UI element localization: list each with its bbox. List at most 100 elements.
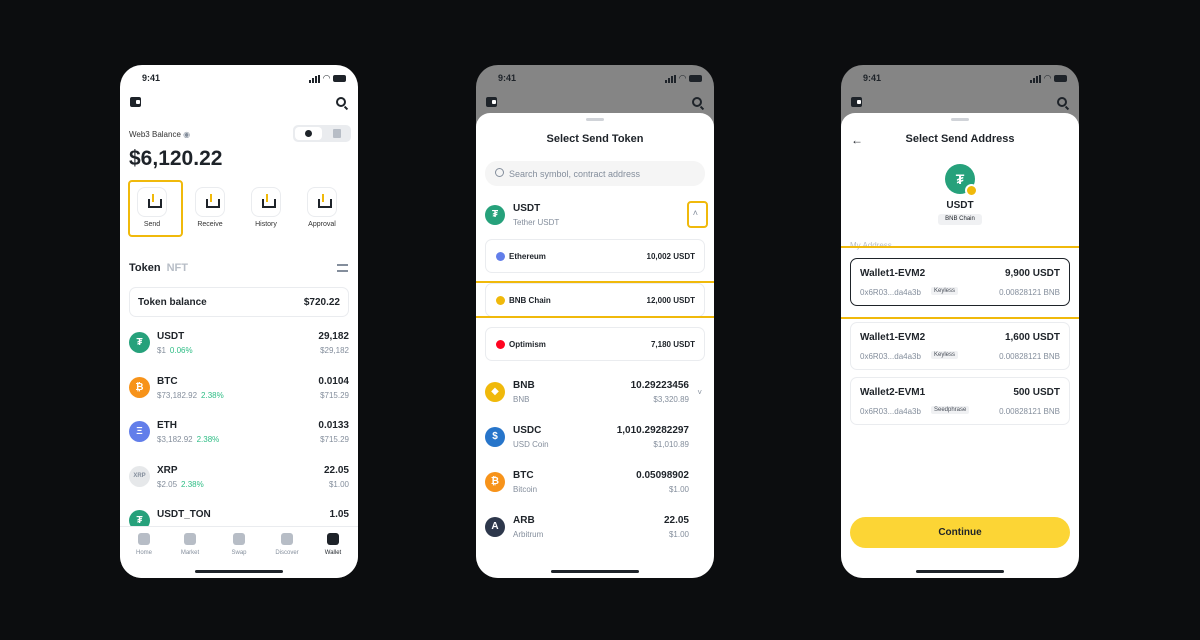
select-token-screen: 9:41 ◠ Select Send Token Search symbol, … bbox=[476, 65, 714, 578]
bnb-chain-highlight bbox=[476, 281, 714, 318]
arb-coin-icon: A bbox=[485, 517, 505, 537]
signal-icon bbox=[1030, 74, 1042, 83]
address-card[interactable]: Wallet1-EVM2 0x6R03...da4a3b Keyless 1,600 … bbox=[850, 322, 1070, 370]
xrp-coin-icon: XRP bbox=[129, 465, 150, 487]
receive-button[interactable]: Receive bbox=[187, 183, 233, 228]
history-button[interactable]: History bbox=[243, 183, 289, 228]
search-icon bbox=[692, 97, 702, 107]
nav-market[interactable]: Market bbox=[170, 533, 210, 556]
token-price: $2.05 bbox=[157, 479, 178, 489]
sheet-title: Select Send Token bbox=[546, 133, 644, 145]
token-usd: $715.29 bbox=[320, 390, 349, 400]
token-name: USD Coin bbox=[513, 440, 549, 449]
bottom-sheet: Select Send Token Search symbol, contrac… bbox=[476, 113, 714, 578]
nav-wallet[interactable]: Wallet bbox=[313, 533, 353, 556]
wifi-icon: ◠ bbox=[1044, 73, 1051, 83]
bnb-coin-icon: ◆ bbox=[485, 382, 505, 402]
token-row[interactable]: ₿ BTC $73,182.92 2.38% 0.0104 $715.29 bbox=[129, 373, 349, 407]
token-row[interactable]: $ USDC USD Coin 1,010.29282297 $1,010.89 bbox=[485, 423, 705, 457]
token-usd: $1,010.89 bbox=[653, 440, 689, 449]
token-price-line: $73,182.92 2.38% bbox=[157, 391, 224, 400]
chain-name: Ethereum bbox=[509, 252, 546, 261]
approval-button[interactable]: Approval bbox=[299, 183, 345, 228]
usdc-coin-icon: $ bbox=[485, 427, 505, 447]
wallet-tag: Seedphrase bbox=[931, 406, 970, 414]
coin-symbol: USDT bbox=[946, 200, 974, 211]
token-row[interactable]: ₿ BTC Bitcoin 0.05098902 $1.00 bbox=[485, 468, 705, 502]
token-change: 0.06% bbox=[169, 346, 193, 355]
token-amount: 10.29223456 bbox=[630, 380, 689, 391]
tab-nft[interactable]: NFT bbox=[167, 262, 188, 274]
home-icon bbox=[138, 533, 150, 545]
status-bar: 9:41 ◠ bbox=[476, 72, 714, 86]
battery-icon bbox=[1054, 75, 1067, 82]
token-symbol: USDC bbox=[513, 425, 542, 436]
bnb-badge-icon bbox=[965, 184, 978, 197]
signal-icon bbox=[309, 74, 321, 83]
token-row[interactable]: ◆ BNB BNB 10.29223456 $3,320.89 ˅ bbox=[485, 378, 705, 412]
view-toggle[interactable] bbox=[293, 125, 351, 142]
eth-coin-icon: Ξ bbox=[129, 421, 150, 442]
chain-row[interactable]: Ethereum 10,002 USDT bbox=[485, 239, 705, 273]
tab-token[interactable]: Token bbox=[129, 262, 161, 274]
optimism-icon bbox=[496, 340, 505, 349]
ethereum-icon bbox=[496, 252, 505, 261]
sheet-handle[interactable] bbox=[586, 118, 604, 121]
token-change: 2.38% bbox=[201, 390, 224, 400]
token-price: $73,182.92 bbox=[157, 390, 198, 400]
address-card[interactable]: Wallet2-EVM1 0x6R03...da4a3b Seedphrase 500… bbox=[850, 377, 1070, 425]
wallet-bnb: 0.00828121 BNB bbox=[999, 352, 1060, 361]
wallet-name: Wallet1-EVM2 bbox=[860, 332, 926, 343]
wallet-bnb: 0.00828121 BNB bbox=[999, 407, 1060, 416]
wallet-address: 0x6R03...da4a3b bbox=[860, 352, 921, 361]
token-name: Bitcoin bbox=[513, 485, 538, 494]
token-row-usdt[interactable]: ₮ USDT Tether USDT ˄ bbox=[485, 201, 705, 235]
token-balance-row: Token balance $720.22 bbox=[129, 287, 349, 317]
balance-label: Web3 Balance bbox=[129, 130, 181, 139]
chevron-down-icon[interactable]: ˅ bbox=[697, 388, 702, 397]
token-usd: $1.00 bbox=[668, 530, 689, 539]
usdt-coin-icon: ₮ bbox=[485, 205, 505, 225]
circle-view-icon[interactable] bbox=[295, 127, 322, 140]
chain-balance: 7,180 USDT bbox=[650, 340, 695, 349]
home-indicator bbox=[551, 570, 639, 573]
wallet-address: 0x6R03...da4a3b bbox=[860, 407, 921, 416]
usdt-coin-icon: ₮ bbox=[129, 332, 150, 353]
discover-icon bbox=[281, 533, 293, 545]
wallet-icon[interactable] bbox=[130, 97, 141, 107]
token-row[interactable]: ₮ USDT $1 0.06% 29,182 $29,182 bbox=[129, 328, 349, 362]
token-symbol: XRP bbox=[157, 464, 178, 476]
nav-home[interactable]: Home bbox=[124, 533, 164, 556]
token-row[interactable]: A ARB Arbitrum 22.05 $1.00 bbox=[485, 513, 705, 547]
btc-coin-icon: ₿ bbox=[485, 472, 505, 492]
search-icon bbox=[1057, 97, 1067, 107]
status-bar: 9:41 ◠ bbox=[120, 72, 358, 86]
eye-icon[interactable]: ◉ bbox=[183, 130, 190, 139]
token-symbol: ARB bbox=[513, 515, 535, 526]
market-icon bbox=[184, 533, 196, 545]
expand-highlight bbox=[687, 201, 708, 228]
nav-discover[interactable]: Discover bbox=[267, 533, 307, 556]
token-amount: 0.0133 bbox=[318, 420, 349, 431]
continue-button[interactable]: Continue bbox=[850, 517, 1070, 548]
sheet-handle[interactable] bbox=[951, 118, 969, 121]
nav-swap[interactable]: Swap bbox=[219, 533, 259, 556]
receive-icon bbox=[195, 187, 225, 217]
token-amount: 22.05 bbox=[663, 515, 689, 526]
search-icon[interactable] bbox=[336, 97, 346, 107]
token-row[interactable]: Ξ ETH $3,182.92 2.38% 0.0133 $715.29 bbox=[129, 417, 349, 451]
status-bar: 9:41 ◠ bbox=[841, 72, 1079, 86]
wallet-home-screen: 9:41 ◠ Web3 Balance ◉ $6,120.22 Send Rec… bbox=[120, 65, 358, 578]
token-row[interactable]: XRP XRP $2.05 2.38% 22.05 $1.00 bbox=[129, 462, 349, 496]
token-search-input[interactable]: Search symbol, contract address bbox=[485, 161, 705, 186]
token-name: Arbitrum bbox=[513, 530, 544, 539]
chain-balance: 10,002 USDT bbox=[646, 252, 695, 261]
chain-row[interactable]: Optimism 7,180 USDT bbox=[485, 327, 705, 361]
filter-icon[interactable] bbox=[337, 264, 348, 272]
token-price: $3,182.92 bbox=[157, 435, 193, 444]
token-change: 2.38% bbox=[196, 435, 220, 444]
chain-chip: BNB Chain bbox=[938, 214, 982, 225]
token-symbol: BNB bbox=[513, 380, 535, 391]
btc-coin-icon: ₿ bbox=[129, 376, 150, 398]
card-view-icon[interactable] bbox=[333, 129, 341, 138]
